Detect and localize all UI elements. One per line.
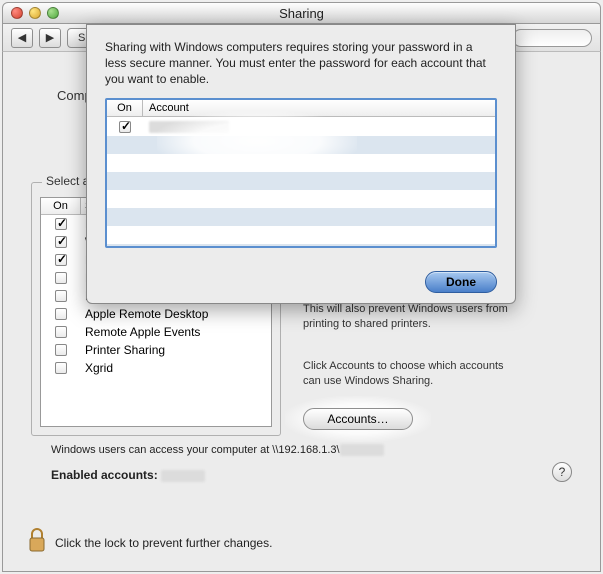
service-label: Apple Remote Desktop (81, 307, 271, 321)
service-checkbox-cell[interactable] (41, 326, 81, 338)
checkbox-icon[interactable] (55, 236, 67, 248)
sheet-header-on[interactable]: On (107, 100, 143, 116)
done-button[interactable]: Done (425, 271, 497, 293)
sheet-header-account[interactable]: Account (143, 100, 495, 116)
service-label: Xgrid (81, 361, 271, 375)
service-checkbox-cell[interactable] (41, 218, 81, 230)
services-header-on[interactable]: On (41, 198, 81, 214)
checkbox-icon[interactable] (55, 290, 67, 302)
sheet-message: Sharing with Windows computers requires … (87, 25, 515, 98)
service-row[interactable]: Remote Apple Events (41, 323, 271, 341)
accounts-hint-line1: Click Accounts to choose which accounts (303, 360, 504, 372)
back-button[interactable]: ◀ (11, 28, 33, 48)
sheet-table-header: On Account (107, 100, 495, 117)
service-row[interactable]: Printer Sharing (41, 341, 271, 359)
window-title: Sharing (3, 6, 600, 21)
titlebar: Sharing (2, 2, 601, 24)
search-input[interactable] (512, 29, 592, 47)
sheet-table: On Account (105, 98, 497, 248)
checkbox-icon[interactable] (55, 344, 67, 356)
checkbox-icon[interactable] (55, 254, 67, 266)
service-checkbox-cell[interactable] (41, 254, 81, 266)
checkbox-icon[interactable] (55, 308, 67, 320)
checkbox-icon[interactable] (119, 121, 131, 133)
service-label: Remote Apple Events (81, 325, 271, 339)
accounts-button[interactable]: Accounts… (303, 408, 413, 430)
checkbox-icon[interactable] (55, 218, 67, 230)
checkbox-icon[interactable] (55, 272, 67, 284)
account-label (143, 120, 495, 134)
service-row[interactable]: Xgrid (41, 359, 271, 377)
access-address-line: Windows users can access your computer a… (51, 444, 384, 456)
lock-icon[interactable] (27, 528, 47, 557)
blurred-account-name (149, 121, 229, 133)
enabled-accounts-line: Enabled accounts: (51, 468, 205, 482)
service-checkbox-cell[interactable] (41, 236, 81, 248)
service-checkbox-cell[interactable] (41, 272, 81, 284)
service-checkbox-cell[interactable] (41, 344, 81, 356)
help-button[interactable]: ? (552, 462, 572, 482)
lock-text: Click the lock to prevent further change… (55, 536, 272, 550)
lock-row: Click the lock to prevent further change… (27, 528, 272, 557)
prevent-line1: This will also prevent Windows users fro… (303, 303, 508, 315)
service-label: Printer Sharing (81, 343, 271, 357)
blurred-account (161, 470, 205, 482)
forward-button[interactable]: ▶ (39, 28, 61, 48)
accounts-sheet: Sharing with Windows computers requires … (86, 24, 516, 304)
service-row[interactable]: Apple Remote Desktop (41, 305, 271, 323)
service-checkbox-cell[interactable] (41, 308, 81, 320)
checkbox-icon[interactable] (55, 326, 67, 338)
prevent-line2: printing to shared printers. (303, 318, 431, 330)
service-checkbox-cell[interactable] (41, 362, 81, 374)
window-root: Sharing ◀ ▶ Show All Comp Select a On Se… (0, 0, 603, 574)
account-row[interactable] (107, 118, 495, 136)
blurred-username (340, 444, 384, 456)
service-checkbox-cell[interactable] (41, 290, 81, 302)
account-checkbox-cell[interactable] (107, 121, 143, 133)
accounts-hint-line2: can use Windows Sharing. (303, 375, 433, 387)
checkbox-icon[interactable] (55, 362, 67, 374)
